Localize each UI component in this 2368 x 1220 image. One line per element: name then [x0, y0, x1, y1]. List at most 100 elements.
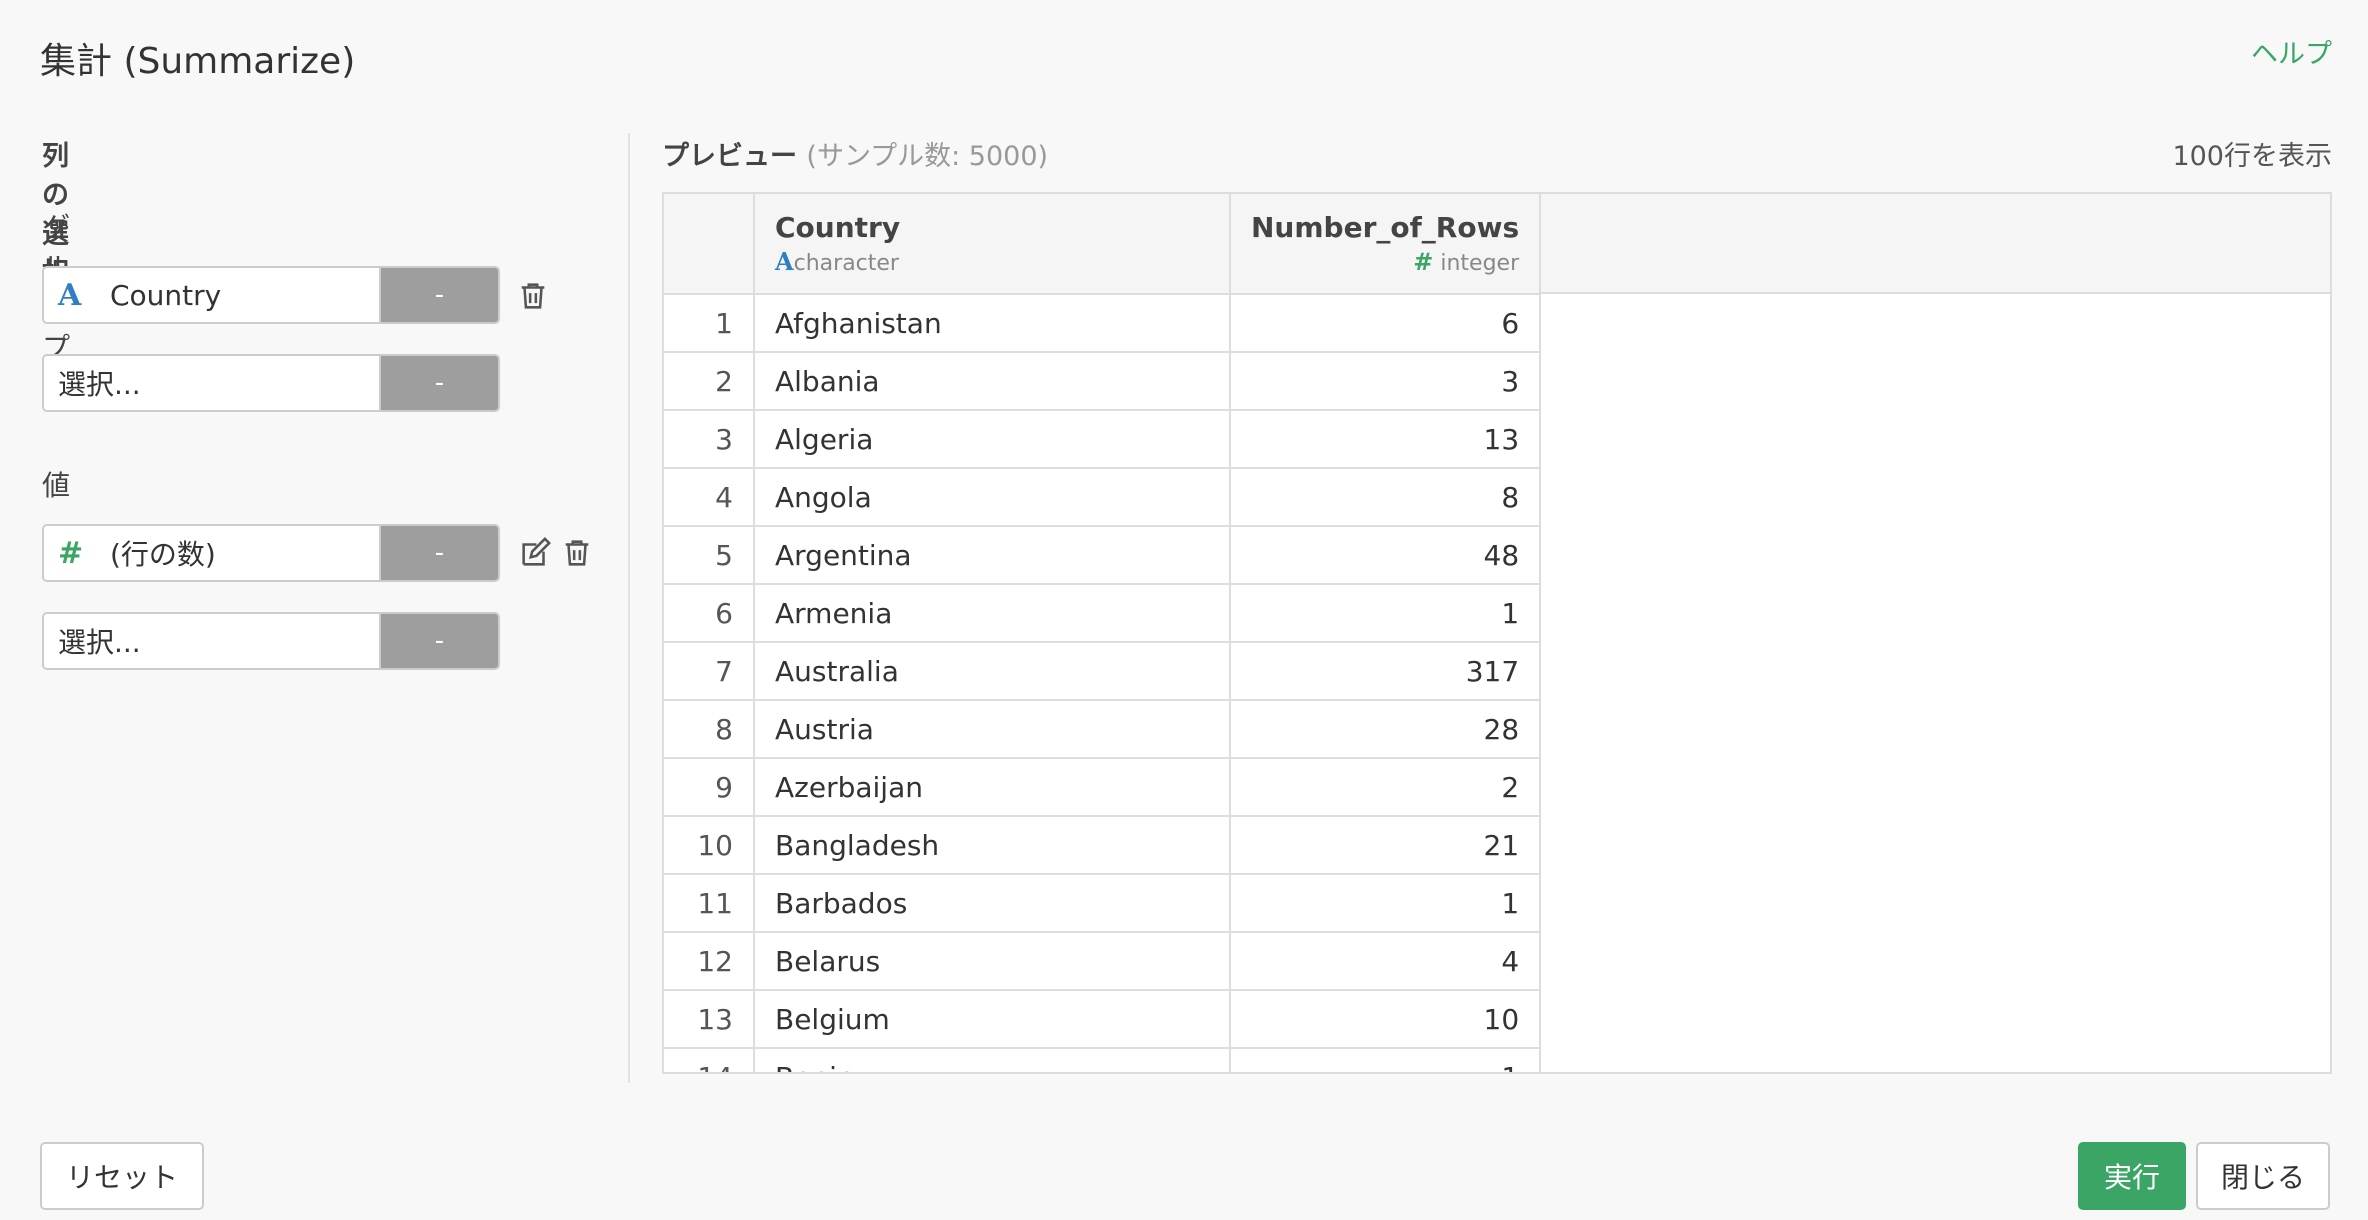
- column-header-country[interactable]: Country Acharacter: [754, 194, 1231, 295]
- group-by-aggregate-dropdown[interactable]: -: [381, 268, 498, 322]
- group-by-placeholder: 選択...: [58, 368, 141, 401]
- table-row[interactable]: 14Benin1: [664, 1048, 1542, 1072]
- group-by-aggregate-dropdown-empty[interactable]: -: [381, 356, 498, 410]
- edit-icon[interactable]: [518, 536, 552, 570]
- row-index: 5: [664, 526, 755, 585]
- number-of-rows-cell: 48: [1230, 526, 1542, 585]
- number-of-rows-cell: 13: [1230, 410, 1542, 469]
- row-index: 7: [664, 642, 755, 701]
- country-cell: Barbados: [754, 874, 1231, 933]
- preview-title: プレビュー (サンプル数: 5000): [662, 134, 1048, 173]
- run-button[interactable]: 実行: [2078, 1142, 2186, 1210]
- preview-grid[interactable]: Country Acharacter Number_of_Rows # inte…: [662, 192, 2332, 1074]
- group-by-select[interactable]: A Country: [44, 268, 381, 322]
- number-of-rows-cell: 4: [1230, 932, 1542, 991]
- number-of-rows-cell: 6: [1230, 294, 1542, 353]
- number-of-rows-cell: 1: [1230, 1048, 1542, 1072]
- row-index: 8: [664, 700, 755, 759]
- value-aggregate-dropdown[interactable]: -: [381, 526, 498, 580]
- number-of-rows-cell: 3: [1230, 352, 1542, 411]
- preview-label: プレビュー: [662, 141, 797, 172]
- row-index: 4: [664, 468, 755, 527]
- column-type-label: integer: [1440, 250, 1520, 276]
- group-by-field-empty: 選択... -: [42, 354, 500, 412]
- table-row[interactable]: 11 Barbados 1: [664, 874, 1542, 933]
- number-of-rows-cell: 2: [1230, 758, 1542, 817]
- help-link[interactable]: ヘルプ: [2251, 32, 2332, 71]
- country-cell: Belarus: [754, 932, 1231, 991]
- column-type: Acharacter: [775, 247, 899, 276]
- row-index: 14: [664, 1048, 755, 1072]
- rows-shown-dropdown[interactable]: 100行を表示: [2172, 134, 2332, 173]
- country-cell: Angola: [754, 468, 1231, 527]
- country-cell: Azerbaijan: [754, 758, 1231, 817]
- dialog-title: 集計 (Summarize): [40, 41, 356, 82]
- country-cell: Afghanistan: [754, 294, 1231, 353]
- row-index: 11: [664, 874, 755, 933]
- index-header: [664, 194, 755, 295]
- character-type-icon: A: [58, 277, 82, 313]
- panel-divider: [628, 133, 630, 1083]
- table-header-row: Country Acharacter Number_of_Rows # inte…: [664, 194, 1542, 295]
- table-row[interactable]: 6 Armenia 1: [664, 584, 1542, 643]
- column-type-label: character: [793, 250, 899, 276]
- table-row[interactable]: 13 Belgium 10: [664, 990, 1542, 1049]
- row-index: 2: [664, 352, 755, 411]
- country-cell: Armenia: [754, 584, 1231, 643]
- value-aggregate-dropdown-empty[interactable]: -: [381, 614, 498, 668]
- table-row[interactable]: 7 Australia 317: [664, 642, 1542, 701]
- value-select-placeholder[interactable]: 選択...: [44, 614, 381, 668]
- column-type: # integer: [1413, 247, 1520, 276]
- close-button[interactable]: 閉じる: [2196, 1142, 2330, 1210]
- reset-button[interactable]: リセット: [40, 1142, 204, 1210]
- value-field-row-count: # (行の数) -: [42, 524, 500, 582]
- table-row[interactable]: 9 Azerbaijan 2: [664, 758, 1542, 817]
- row-index: 12: [664, 932, 755, 991]
- trash-icon[interactable]: [516, 279, 550, 313]
- column-name: Country: [775, 210, 901, 244]
- group-by-value: Country: [110, 278, 222, 312]
- number-of-rows-cell: 28: [1230, 700, 1542, 759]
- table-row[interactable]: 4 Angola 8: [664, 468, 1542, 527]
- row-index: 3: [664, 410, 755, 469]
- group-by-select-placeholder[interactable]: 選択...: [44, 356, 381, 410]
- preview-table: Country Acharacter Number_of_Rows # inte…: [664, 194, 1542, 1072]
- country-cell: Albania: [754, 352, 1231, 411]
- table-row[interactable]: 1 Afghanistan 6: [664, 294, 1542, 353]
- number-of-rows-cell: 1: [1230, 584, 1542, 643]
- values-label: 値: [42, 469, 71, 502]
- country-cell: Belgium: [754, 990, 1231, 1049]
- country-cell: Australia: [754, 642, 1231, 701]
- number-of-rows-cell: 1: [1230, 874, 1542, 933]
- integer-type-icon: #: [58, 535, 84, 571]
- value-field-empty: 選択... -: [42, 612, 500, 670]
- table-row[interactable]: 10 Bangladesh 21: [664, 816, 1542, 875]
- number-of-rows-cell: 317: [1230, 642, 1542, 701]
- sample-count: (サンプル数: 5000): [806, 141, 1049, 172]
- table-row[interactable]: 3 Algeria 13: [664, 410, 1542, 469]
- country-cell: Benin: [754, 1048, 1231, 1072]
- country-cell: Austria: [754, 700, 1231, 759]
- table-row[interactable]: 12 Belarus 4: [664, 932, 1542, 991]
- column-name: Number_of_Rows: [1251, 210, 1520, 244]
- table-row[interactable]: 2 Albania 3: [664, 352, 1542, 411]
- number-of-rows-cell: 21: [1230, 816, 1542, 875]
- character-type-icon: A: [775, 246, 794, 276]
- row-index: 1: [664, 294, 755, 353]
- row-index: 9: [664, 758, 755, 817]
- integer-type-icon: #: [1413, 247, 1434, 276]
- value-name: (行の数): [110, 538, 216, 571]
- trash-icon[interactable]: [560, 536, 594, 570]
- country-cell: Argentina: [754, 526, 1231, 585]
- row-index: 10: [664, 816, 755, 875]
- country-cell: Bangladesh: [754, 816, 1231, 875]
- group-by-field-country: A Country -: [42, 266, 500, 324]
- value-select[interactable]: # (行の数): [44, 526, 381, 580]
- number-of-rows-cell: 8: [1230, 468, 1542, 527]
- country-cell: Algeria: [754, 410, 1231, 469]
- column-header-number-of-rows[interactable]: Number_of_Rows # integer: [1230, 194, 1542, 295]
- table-row[interactable]: 5 Argentina 48: [664, 526, 1542, 585]
- row-index: 13: [664, 990, 755, 1049]
- table-row[interactable]: 8 Austria 28: [664, 700, 1542, 759]
- number-of-rows-cell: 10: [1230, 990, 1542, 1049]
